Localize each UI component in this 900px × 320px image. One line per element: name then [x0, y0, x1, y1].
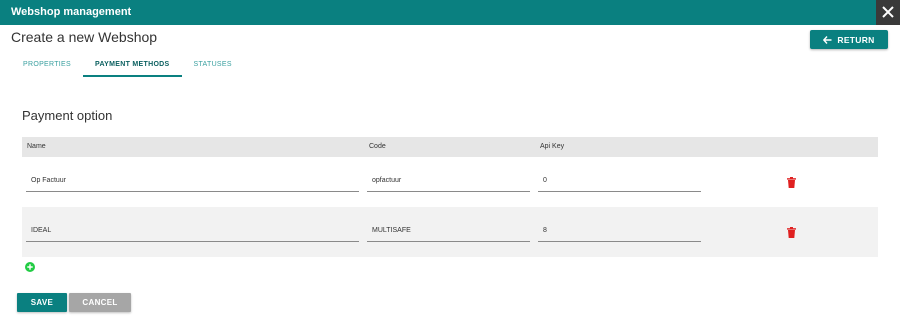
column-header-api-key: Api Key: [540, 143, 565, 150]
api-key-input[interactable]: 0: [538, 170, 701, 192]
column-header-code: Code: [369, 143, 386, 150]
code-input[interactable]: opfactuur: [367, 170, 530, 192]
arrow-left-icon: [823, 35, 832, 44]
table-row: Op Factuur opfactuur 0: [22, 157, 878, 207]
code-input[interactable]: MULTISAFE: [367, 220, 530, 242]
save-button[interactable]: SAVE: [17, 293, 67, 312]
return-label: RETURN: [837, 34, 875, 45]
table-row: IDEAL MULTISAFE 8: [22, 207, 878, 257]
tab-properties[interactable]: PROPERTIES: [11, 54, 83, 77]
tab-payment-methods[interactable]: PAYMENT METHODS: [83, 54, 182, 77]
tab-bar: PROPERTIES PAYMENT METHODS STATUSES: [11, 54, 244, 77]
table-header: Name Code Api Key: [22, 137, 878, 157]
cancel-button[interactable]: CANCEL: [69, 293, 131, 312]
name-input[interactable]: Op Factuur: [26, 170, 359, 192]
column-header-name: Name: [27, 143, 46, 150]
name-input[interactable]: IDEAL: [26, 220, 359, 242]
payment-options-table: Name Code Api Key Op Factuur opfactuur 0…: [22, 137, 878, 257]
window-title: Webshop management: [11, 6, 132, 18]
trash-icon[interactable]: [787, 177, 796, 188]
tab-statuses[interactable]: STATUSES: [182, 54, 244, 77]
api-key-input[interactable]: 8: [538, 220, 701, 242]
page-title: Create a new Webshop: [11, 29, 158, 45]
section-title: Payment option: [22, 108, 113, 123]
trash-icon[interactable]: [787, 227, 796, 238]
return-button[interactable]: RETURN: [810, 30, 888, 49]
close-icon: [882, 6, 894, 18]
plus-circle-icon[interactable]: [25, 262, 35, 272]
close-button[interactable]: [876, 0, 900, 25]
title-bar: Webshop management: [0, 0, 900, 25]
